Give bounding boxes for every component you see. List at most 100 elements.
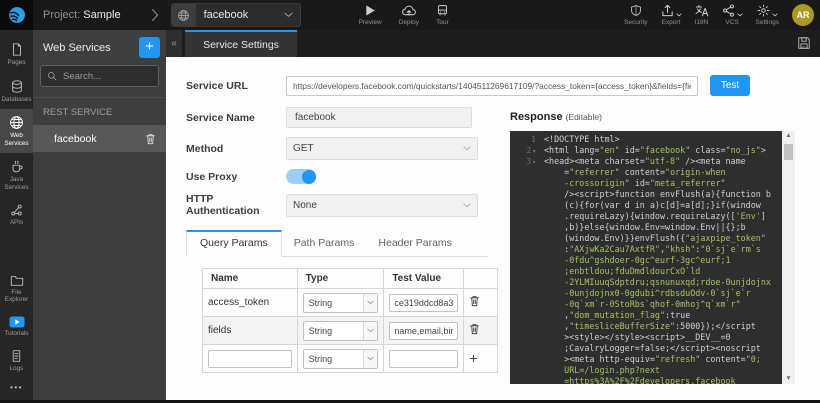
param-type-select[interactable]: String [303, 321, 379, 341]
api-nodes-icon [10, 203, 23, 217]
service-url-input[interactable] [286, 76, 698, 96]
search-input[interactable] [61, 70, 152, 83]
export-icon [661, 4, 674, 17]
user-avatar[interactable]: AR [792, 4, 814, 26]
main-area: « Service Settings Service URL Test Serv… [166, 30, 820, 400]
topbar-actions-right: Security Export I18N [624, 4, 814, 26]
param-name: fields [203, 317, 298, 345]
preview-play-icon [364, 4, 376, 17]
logs-document-icon [10, 349, 23, 363]
database-icon [10, 79, 24, 94]
trash-icon[interactable] [145, 133, 156, 145]
app-window: Project:Sample facebook Preview [0, 0, 820, 403]
http-auth-select[interactable]: None [286, 194, 478, 217]
preview-button[interactable]: Preview [359, 4, 382, 26]
sidebar-item-pages[interactable]: Pages [0, 36, 33, 73]
sidebar-item-apis[interactable]: APIs [0, 197, 33, 233]
http-auth-label: HTTP Authentication [186, 193, 286, 217]
param-row: access_token String [203, 289, 498, 317]
chevron-down-icon [737, 4, 743, 17]
topbar-actions-left: Preview Deploy Tour [359, 4, 449, 26]
add-param-button[interactable]: + [469, 350, 477, 366]
topbar: Project:Sample facebook Preview [0, 0, 820, 30]
i18n-button[interactable]: I18N [695, 4, 709, 26]
save-icon[interactable] [797, 36, 811, 51]
trash-icon[interactable] [469, 323, 480, 335]
method-label: Method [186, 143, 286, 155]
param-type-select[interactable]: String [303, 293, 379, 313]
service-item-facebook[interactable]: facebook [33, 125, 166, 152]
tab-path-params[interactable]: Path Params [282, 231, 367, 256]
param-row-new: String + [203, 345, 498, 373]
sidebar-item-web-services[interactable]: Web Services [0, 109, 33, 153]
tab-header-params[interactable]: Header Params [366, 231, 464, 256]
params-section: Query Params Path Params Header Params N… [186, 230, 498, 373]
service-item-name: facebook [54, 133, 97, 145]
scroll-up-icon[interactable]: ▲ [785, 133, 791, 140]
tab-service-settings[interactable]: Service Settings [185, 30, 297, 57]
sidebar-item-label: Pages [8, 59, 26, 67]
search-icon [47, 71, 57, 81]
chevron-down-icon [772, 4, 778, 17]
sidebar-spacer [0, 233, 33, 268]
page-icon [10, 42, 24, 57]
tutorials-play-icon [9, 316, 25, 328]
toggle-knob [302, 170, 316, 184]
editor-scrollbar[interactable]: ▲ ▼ [782, 131, 795, 384]
tab-query-params[interactable]: Query Params [186, 230, 282, 257]
folder-icon [10, 274, 24, 287]
rest-service-section-label: REST SERVICE [33, 98, 166, 125]
sidebar: Pages Databases Web Services Java Servic… [0, 30, 33, 400]
project-name: Sample [83, 9, 120, 21]
http-auth-value: None [293, 200, 463, 211]
sidebar-item-file-explorer[interactable]: File Explorer [0, 268, 33, 310]
vcs-button[interactable]: VCS [722, 4, 743, 26]
use-proxy-toggle[interactable] [286, 169, 316, 184]
collapse-panel-button[interactable]: « [166, 30, 182, 57]
export-button[interactable]: Export [661, 4, 682, 26]
security-button[interactable]: Security [624, 4, 647, 26]
sidebar-item-label: Logs [10, 365, 24, 373]
service-url-row: Service URL Test [186, 75, 820, 96]
response-editor[interactable]: 1<!DOCTYPE html>2▾<html lang="en" id="fa… [510, 131, 795, 384]
col-header-name: Name [203, 269, 298, 289]
col-header-test-value: Test Value [384, 269, 464, 289]
settings-button[interactable]: Settings [756, 4, 780, 26]
sidebar-item-databases[interactable]: Databases [0, 73, 33, 110]
security-label: Security [624, 19, 647, 26]
service-name-input[interactable] [286, 107, 472, 128]
param-type-value: String [309, 298, 364, 308]
project-label: Project: [43, 9, 80, 21]
col-header-actions [464, 269, 498, 289]
deploy-cloud-icon [401, 4, 417, 17]
chevron-down-icon [463, 203, 471, 208]
service-selector-dropdown[interactable]: facebook [171, 3, 301, 27]
param-row: fields String [203, 317, 498, 345]
sidebar-more-button[interactable]: ••• [0, 379, 33, 400]
param-type-select[interactable]: String [303, 349, 379, 369]
param-test-value-input[interactable] [389, 350, 458, 368]
app-logo [0, 0, 33, 30]
vcs-label: VCS [725, 19, 738, 26]
sidebar-item-tutorials[interactable]: Tutorials [0, 310, 33, 344]
scroll-down-icon[interactable]: ▼ [785, 376, 791, 383]
param-name-input[interactable] [208, 350, 292, 368]
sidebar-item-logs[interactable]: Logs [0, 343, 33, 379]
test-button[interactable]: Test [710, 75, 750, 96]
globe-icon [9, 115, 24, 130]
deploy-button[interactable]: Deploy [399, 4, 419, 26]
param-test-value-input[interactable] [389, 294, 458, 312]
settings-label: Settings [756, 19, 780, 26]
param-test-value-input[interactable] [389, 322, 458, 340]
chevron-down-icon [363, 322, 377, 340]
trash-icon[interactable] [469, 295, 480, 307]
method-select[interactable]: GET [286, 137, 478, 160]
sidebar-item-java-services[interactable]: Java Services [0, 153, 33, 197]
deploy-label: Deploy [399, 19, 419, 26]
add-service-button[interactable]: + [139, 37, 160, 58]
breadcrumb-chevron-icon [151, 8, 159, 22]
service-name-label: Service Name [186, 112, 286, 124]
scrollbar-thumb[interactable] [784, 144, 793, 160]
logo-icon [7, 5, 27, 25]
tour-button[interactable]: Tour [436, 4, 449, 26]
